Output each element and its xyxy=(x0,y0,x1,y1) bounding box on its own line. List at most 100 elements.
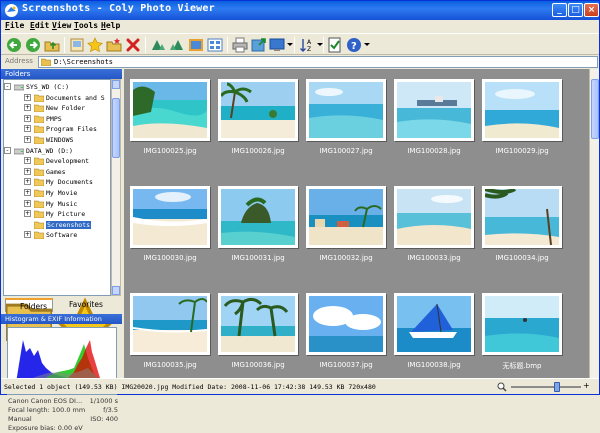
rotate-left-icon[interactable] xyxy=(150,37,166,53)
expand-icon[interactable]: + xyxy=(24,104,31,112)
thumbnail-image[interactable] xyxy=(130,79,210,141)
collapse-icon[interactable]: - xyxy=(4,146,11,154)
thumbnail[interactable]: IMG100032.jpg xyxy=(306,186,386,274)
thumbnail[interactable]: 无标题.bmp xyxy=(482,293,562,381)
menu-edit[interactable]: Edit xyxy=(30,21,49,30)
expand-icon[interactable]: + xyxy=(24,157,31,165)
thumbnail-image[interactable] xyxy=(130,186,210,248)
thumbnail[interactable]: IMG100030.jpg xyxy=(130,186,210,274)
scroll-thumb[interactable] xyxy=(591,79,599,139)
tree-item[interactable]: + WINDOWS xyxy=(4,135,110,145)
favorite-star-icon[interactable] xyxy=(87,37,103,53)
zoom-in-icon[interactable]: + xyxy=(583,381,590,390)
maximize-button[interactable]: □ xyxy=(568,3,583,17)
tree-item[interactable]: + Games xyxy=(4,167,110,177)
thumbnail[interactable]: IMG100026.jpg xyxy=(218,79,298,167)
thumbnail-grid[interactable]: IMG100025.jpg IMG100026.jpg IMG100027.jpg I… xyxy=(124,69,589,378)
tree-item[interactable]: + My Documents xyxy=(4,177,110,187)
thumbnail[interactable]: IMG100028.jpg xyxy=(394,79,474,167)
thumbnail-image[interactable] xyxy=(482,186,562,248)
select-icon[interactable] xyxy=(327,37,343,53)
tree-item[interactable]: + My Picture xyxy=(4,209,110,219)
menu-file[interactable]: File xyxy=(5,21,24,30)
thumbnail[interactable]: IMG100037.jpg xyxy=(306,293,386,381)
thumbnail[interactable]: IMG100025.jpg xyxy=(130,79,210,167)
tab-folders[interactable]: Folders xyxy=(4,298,54,343)
filmstrip-icon[interactable] xyxy=(188,37,204,53)
add-to-favorites-icon[interactable] xyxy=(106,37,122,53)
scroll-down-arrow[interactable] xyxy=(112,286,120,295)
expand-icon[interactable]: + xyxy=(24,136,31,143)
scroll-up-arrow[interactable] xyxy=(112,80,120,89)
thumbnail[interactable]: IMG100038.jpg xyxy=(394,293,474,381)
title-bar[interactable]: Screenshots - Coly Photo Viewer _ □ × xyxy=(1,1,599,20)
tree-item[interactable]: + Program Files xyxy=(4,124,110,134)
menu-help[interactable]: Help xyxy=(101,21,120,30)
minimize-button[interactable]: _ xyxy=(552,3,567,17)
thumbnail[interactable]: IMG100036.jpg xyxy=(218,293,298,381)
thumbnail-image[interactable] xyxy=(218,293,298,355)
thumbnail-image[interactable] xyxy=(306,293,386,355)
collapse-icon[interactable]: - xyxy=(4,83,11,90)
slideshow-icon[interactable] xyxy=(69,37,85,53)
thumbnail-image[interactable] xyxy=(218,186,298,248)
menu-tools[interactable]: Tools xyxy=(74,21,98,30)
close-button[interactable]: × xyxy=(584,3,599,17)
print-icon[interactable] xyxy=(232,37,248,53)
thumbnail-image[interactable] xyxy=(482,293,562,355)
expand-icon[interactable]: + xyxy=(24,189,31,196)
thumbnail-image[interactable] xyxy=(394,79,474,141)
tree-item[interactable]: + My Movie xyxy=(4,188,110,198)
thumbnail-image[interactable] xyxy=(306,186,386,248)
up-folder-icon[interactable] xyxy=(44,37,60,53)
thumbnail[interactable]: IMG100033.jpg xyxy=(394,186,474,274)
tree-item[interactable]: - SYS_WD (C:) xyxy=(4,82,110,92)
sort-icon[interactable]: AZ xyxy=(299,37,315,53)
tab-favorites[interactable]: Favorites xyxy=(53,297,117,357)
thumbnails-view-icon[interactable] xyxy=(207,37,223,53)
tree-item[interactable]: - DATA_WD (D:) xyxy=(4,146,110,156)
menu-view[interactable]: View xyxy=(52,21,71,30)
expand-icon[interactable]: + xyxy=(24,114,31,122)
tree-item[interactable]: + New Folder xyxy=(4,103,110,113)
tree-item[interactable]: + PMPS xyxy=(4,114,110,124)
tree-item[interactable]: + Development xyxy=(4,156,110,166)
thumbnail-image[interactable] xyxy=(218,79,298,141)
tree-item[interactable]: Screenshots xyxy=(4,220,110,230)
thumbnail-scrollbar[interactable] xyxy=(589,69,599,378)
expand-icon[interactable]: + xyxy=(24,210,31,218)
help-dropdown-arrow[interactable] xyxy=(364,43,370,46)
thumbnail[interactable]: IMG100027.jpg xyxy=(306,79,386,167)
expand-icon[interactable]: + xyxy=(24,199,31,207)
expand-icon[interactable]: + xyxy=(24,125,31,133)
forward-icon[interactable] xyxy=(25,37,41,53)
zoom-slider[interactable] xyxy=(511,382,581,392)
thumbnail-image[interactable] xyxy=(394,293,474,355)
thumbnail[interactable]: IMG100035.jpg xyxy=(130,293,210,381)
tree-item[interactable]: + Software xyxy=(4,230,110,240)
thumbnail-image[interactable] xyxy=(394,186,474,248)
folder-tree-scrollbar[interactable] xyxy=(111,79,121,296)
expand-icon[interactable]: + xyxy=(24,167,31,175)
export-icon[interactable] xyxy=(251,37,267,53)
folder-tree[interactable]: - SYS_WD (C:) + Documents and S + New Folder +… xyxy=(3,79,111,296)
display-dropdown-arrow[interactable] xyxy=(287,43,293,46)
tree-item[interactable]: + My Music xyxy=(4,199,110,209)
thumbnail[interactable]: IMG100034.jpg xyxy=(482,186,562,274)
thumbnail[interactable]: IMG100029.jpg xyxy=(482,79,562,167)
scroll-thumb[interactable] xyxy=(112,98,120,158)
expand-icon[interactable]: + xyxy=(24,93,31,101)
back-icon[interactable] xyxy=(6,37,22,53)
expand-icon[interactable]: + xyxy=(24,178,31,186)
thumbnail[interactable]: IMG100031.jpg xyxy=(218,186,298,274)
delete-icon[interactable] xyxy=(125,37,141,53)
display-icon[interactable] xyxy=(269,37,285,53)
help-icon[interactable]: ? xyxy=(346,37,362,53)
tree-item[interactable]: + Documents and S xyxy=(4,93,110,103)
expand-icon[interactable]: + xyxy=(24,231,31,239)
thumbnail-image[interactable] xyxy=(482,79,562,141)
zoom-icon[interactable] xyxy=(497,382,507,392)
thumbnail-image[interactable] xyxy=(306,79,386,141)
address-field[interactable]: D:\Screenshots xyxy=(38,56,598,68)
thumbnail-image[interactable] xyxy=(130,293,210,355)
